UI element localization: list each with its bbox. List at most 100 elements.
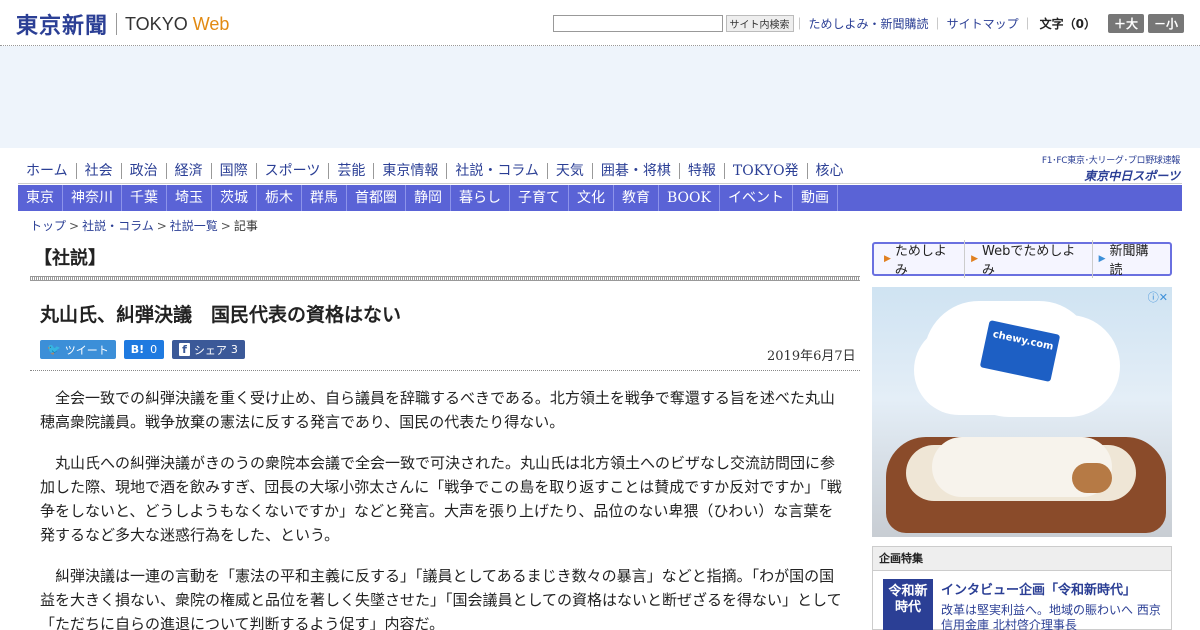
region-item-shizuoka[interactable]: 静岡 <box>406 185 451 211</box>
fb-share-label: シェア <box>193 343 227 357</box>
nav-item-home[interactable]: ホーム <box>18 163 76 179</box>
nav-item-world[interactable]: 国際 <box>210 163 256 179</box>
nav-item-politics[interactable]: 政治 <box>120 163 166 179</box>
site-header: 東京新聞 TOKYO Web サイト内検索 ｜ ためしよみ・新聞購読 ｜ サイト… <box>0 0 1200 46</box>
ad-info-close-icon[interactable]: ⓘ✕ <box>1148 289 1168 305</box>
region-item-event[interactable]: イベント <box>720 185 793 211</box>
site-logo[interactable]: 東京新聞 TOKYO Web <box>16 8 229 40</box>
nav-item-society[interactable]: 社会 <box>75 163 121 179</box>
fb-share-count: 3 <box>230 343 238 356</box>
section-rule <box>30 276 860 281</box>
site-search-button[interactable]: サイト内検索 <box>725 15 794 32</box>
article-paragraph: 糾弾決議は一連の言動を「憲法の平和主義に反する」「議員としてあるまじき数々の暴言… <box>40 567 842 630</box>
region-item-book[interactable]: BOOK <box>659 185 720 211</box>
feature-item[interactable]: 令和新時代 インタビュー企画「令和新時代」 改革は堅実利益へ。地域の賑わいへ 西… <box>873 571 1171 630</box>
promo-trial-label: ためしよみ <box>894 244 947 278</box>
breadcrumb-editorial[interactable]: 社説・コラム <box>82 219 154 233</box>
feature-title[interactable]: インタビュー企画「令和新時代」 <box>941 579 1136 598</box>
promo-web-trial[interactable]: ▶ Webでためしよみ <box>964 240 1091 278</box>
sports-logo-text: 東京中日スポーツ <box>1084 169 1180 183</box>
promo-web-trial-label: Webでためしよみ <box>982 244 1076 278</box>
nav-item-sports[interactable]: スポーツ <box>255 163 329 179</box>
region-item-saitama[interactable]: 埼玉 <box>167 185 212 211</box>
main-nav: ホーム 社会 政治 経済 国際 スポーツ 芸能 東京情報 社説・コラム 天気 囲… <box>18 159 1018 183</box>
region-item-chiba[interactable]: 千葉 <box>122 185 167 211</box>
breadcrumb-sep: > <box>69 219 80 233</box>
nav-item-editorial[interactable]: 社説・コラム <box>446 163 547 179</box>
region-item-parenting[interactable]: 子育て <box>510 185 569 211</box>
trial-subscribe-link[interactable]: ためしよみ・新聞購読 <box>809 15 929 32</box>
sitemap-link[interactable]: サイトマップ <box>947 15 1019 32</box>
arrow-right-icon: ▶ <box>884 254 891 264</box>
feature-thumbnail[interactable]: 令和新時代 <box>883 579 933 630</box>
nav-item-tokyo-info[interactable]: 東京情報 <box>373 163 446 179</box>
share-buttons: 🐦 ツイート B! 0 f シェア 3 <box>40 340 253 359</box>
breadcrumb-sep: > <box>220 219 231 233</box>
hatena-bookmark-button[interactable]: B! 0 <box>123 340 165 359</box>
tweet-button[interactable]: 🐦 ツイート <box>40 340 116 359</box>
nav-divider <box>18 183 1182 184</box>
region-item-shutoken[interactable]: 首都圏 <box>347 185 406 211</box>
promo-trial[interactable]: ▶ ためしよみ <box>878 240 964 278</box>
region-item-culture[interactable]: 文化 <box>569 185 614 211</box>
nav-item-weather[interactable]: 天気 <box>546 163 592 179</box>
breadcrumb-sep: > <box>156 219 167 233</box>
site-search-input[interactable] <box>552 15 723 32</box>
section-label: 【社説】 <box>34 248 106 269</box>
divider: ｜ <box>1021 17 1034 31</box>
nav-item-special[interactable]: 特報 <box>678 163 724 179</box>
nav-item-go-shogi[interactable]: 囲碁・将棋 <box>591 163 679 179</box>
region-nav: 東京 神奈川 千葉 埼玉 茨城 栃木 群馬 首都圏 静岡 暮らし 子育て 文化 … <box>18 185 1182 211</box>
facebook-share-button[interactable]: f シェア 3 <box>172 340 245 359</box>
region-item-tokyo[interactable]: 東京 <box>18 185 63 211</box>
logo-jp: 東京新聞 <box>16 13 109 39</box>
subscription-promo: ▶ ためしよみ ▶ Webでためしよみ ▶ 新聞購読 <box>872 240 1172 278</box>
side-ad-banner[interactable]: chewy.com ⓘ✕ <box>872 287 1172 537</box>
nav-item-economy[interactable]: 経済 <box>165 163 211 179</box>
region-item-kanagawa[interactable]: 神奈川 <box>63 185 122 211</box>
logo-en: TOKYO <box>125 13 188 34</box>
breadcrumb-editorial-list[interactable]: 社説一覧 <box>170 219 218 233</box>
title-rule <box>30 370 860 371</box>
arrow-right-icon: ▶ <box>1098 254 1106 264</box>
breadcrumb: トップ > 社説・コラム > 社説一覧 > 記事 <box>30 217 258 234</box>
font-decrease-button[interactable]: －小 <box>1147 14 1184 33</box>
article-date: 2019年6月7日 <box>767 349 856 364</box>
feature-heading: 企画特集 <box>873 547 1171 571</box>
region-item-ibaraki[interactable]: 茨城 <box>212 185 257 211</box>
header-tools: サイト内検索 ｜ ためしよみ・新聞購読 ｜ サイトマップ ｜ 文字（0） ＋大 … <box>552 14 1184 33</box>
twitter-bird-icon: 🐦 <box>47 343 61 356</box>
region-item-education[interactable]: 教育 <box>614 185 659 211</box>
hatena-icon: B! <box>130 343 145 356</box>
region-item-living[interactable]: 暮らし <box>451 185 510 211</box>
nav-item-entertainment[interactable]: 芸能 <box>328 163 373 179</box>
sports-tagline: F1･FC東京･大リーグ･プロ野球速報 <box>1041 156 1180 166</box>
tweet-label: ツイート <box>64 343 109 357</box>
font-increase-button[interactable]: ＋大 <box>1107 14 1144 33</box>
hatena-count: 0 <box>150 343 158 356</box>
breadcrumb-top[interactable]: トップ <box>30 219 66 233</box>
feature-box: 企画特集 令和新時代 インタビュー企画「令和新時代」 改革は堅実利益へ。地域の賑… <box>872 546 1172 630</box>
nav-item-core[interactable]: 核心 <box>806 163 852 179</box>
top-ad-banner[interactable] <box>0 46 1200 148</box>
divider: ｜ <box>793 17 806 31</box>
feature-description[interactable]: 改革は堅実利益へ。地域の賑わいへ 西京信用金庫 北村啓介理事長 <box>941 603 1166 630</box>
article-body: 全会一致での糾弾決議を重く受け止め、自ら議員を辞職するべきである。北方領土を戦争… <box>40 386 846 630</box>
font-size-label: 文字（0） <box>1039 17 1096 31</box>
nav-item-tokyo-hatsu[interactable]: TOKYO発 <box>723 163 807 179</box>
tokyo-chunichi-sports-link[interactable]: F1･FC東京･大リーグ･プロ野球速報 東京中日スポーツ <box>1028 153 1180 184</box>
article-paragraph: 丸山氏への糾弾決議がきのうの衆院本会議で全会一致で可決された。丸山氏は北方領土へ… <box>40 454 842 544</box>
region-item-gunma[interactable]: 群馬 <box>302 185 347 211</box>
divider: ｜ <box>931 17 944 31</box>
promo-subscribe[interactable]: ▶ 新聞購読 <box>1091 240 1166 278</box>
breadcrumb-current: 記事 <box>233 219 258 233</box>
region-item-tochigi[interactable]: 栃木 <box>257 185 302 211</box>
logo-separator <box>116 13 118 35</box>
article-title: 丸山氏、糾弾決議 国民代表の資格はない <box>40 304 402 326</box>
promo-subscribe-label: 新聞購読 <box>1109 244 1149 278</box>
arrow-right-icon: ▶ <box>971 254 979 264</box>
ad-dog-ear-graphic <box>1072 463 1112 493</box>
facebook-icon: f <box>179 343 190 356</box>
region-item-video[interactable]: 動画 <box>793 185 838 211</box>
logo-web: Web <box>192 13 230 34</box>
